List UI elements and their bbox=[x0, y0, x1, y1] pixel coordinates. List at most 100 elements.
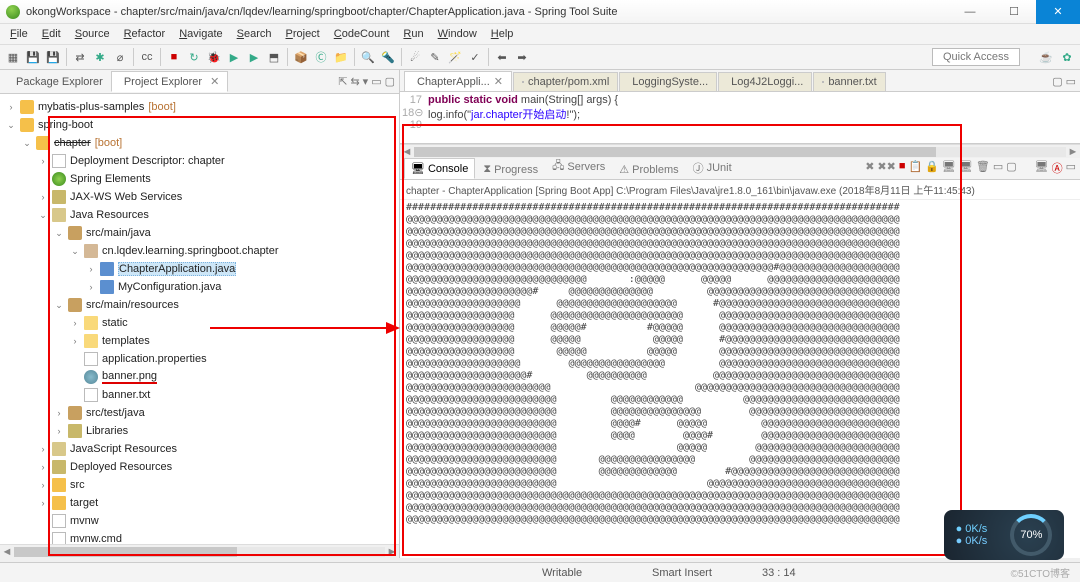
tree-node[interactable]: ⌄chapter [boot] bbox=[6, 134, 399, 152]
view-tab-junit[interactable]: ⒿJUnit bbox=[687, 157, 738, 179]
toggle-icon[interactable]: ☄ bbox=[406, 48, 424, 66]
tree-node[interactable]: ⌄spring-boot bbox=[6, 116, 399, 134]
maximize-view-icon[interactable]: ▢ bbox=[385, 75, 395, 88]
tree-twisty-icon[interactable]: ⌄ bbox=[38, 210, 48, 221]
wand-icon[interactable]: ✎ bbox=[426, 48, 444, 66]
save-icon[interactable]: 💾 bbox=[24, 48, 42, 66]
pin-console-icon[interactable]: 📋 bbox=[909, 160, 923, 176]
editor-tab[interactable]: Log4J2Loggi... bbox=[718, 72, 812, 91]
tree-twisty-icon[interactable]: ⌄ bbox=[22, 138, 32, 149]
tree-twisty-icon[interactable]: › bbox=[38, 156, 48, 166]
tree-node[interactable]: ⌄cn.lqdev.learning.springboot.chapter bbox=[6, 242, 399, 260]
menu-edit[interactable]: Edit bbox=[36, 26, 67, 42]
tree-node[interactable]: mvnw bbox=[6, 512, 399, 530]
tree-node[interactable]: ›ChapterApplication.java bbox=[6, 260, 399, 278]
open-console-icon[interactable]: 🖥 bbox=[959, 160, 973, 176]
tree-node[interactable]: ›target bbox=[6, 494, 399, 512]
search-icon[interactable]: 🔦 bbox=[379, 48, 397, 66]
run-icon[interactable]: ▶ bbox=[225, 48, 243, 66]
tree-node[interactable]: ›static bbox=[6, 314, 399, 332]
menu-source[interactable]: Source bbox=[69, 26, 116, 42]
perspective-spring-icon[interactable]: ✿ bbox=[1058, 48, 1076, 66]
menu-codecount[interactable]: CodeCount bbox=[328, 26, 396, 42]
editor-tab[interactable]: chapter/pom.xml bbox=[513, 72, 618, 91]
tree-twisty-icon[interactable]: › bbox=[54, 426, 64, 436]
tree-twisty-icon[interactable]: › bbox=[6, 102, 16, 112]
tree-twisty-icon[interactable]: › bbox=[86, 282, 96, 292]
close-icon[interactable]: ✕ bbox=[494, 75, 503, 88]
p1-icon[interactable]: 🖥 bbox=[1035, 160, 1049, 176]
tree-node[interactable]: ›Deployed Resources bbox=[6, 458, 399, 476]
tree-node[interactable]: ⌄src/main/java bbox=[6, 224, 399, 242]
editor-tab[interactable]: ChapterAppli... ✕ bbox=[404, 71, 512, 91]
ext-icon[interactable]: ⬒ bbox=[265, 48, 283, 66]
project-tree[interactable]: ›mybatis-plus-samples [boot]⌄spring-boot… bbox=[0, 94, 399, 544]
tree-twisty-icon[interactable]: › bbox=[70, 336, 80, 346]
tree-twisty-icon[interactable]: › bbox=[38, 498, 48, 508]
menu-file[interactable]: File bbox=[4, 26, 34, 42]
p3-icon[interactable]: ▭ bbox=[1066, 160, 1076, 176]
tree-twisty-icon[interactable]: ⌄ bbox=[54, 300, 64, 311]
tree-twisty-icon[interactable]: ⌄ bbox=[6, 120, 16, 131]
tree-node[interactable]: ›templates bbox=[6, 332, 399, 350]
menu-navigate[interactable]: Navigate bbox=[173, 26, 228, 42]
menu-search[interactable]: Search bbox=[231, 26, 278, 42]
tree-node[interactable]: banner.png bbox=[6, 368, 399, 386]
tree-node[interactable]: ›src bbox=[6, 476, 399, 494]
back-icon[interactable]: ⬅ bbox=[493, 48, 511, 66]
maximize-button[interactable]: ☐ bbox=[992, 0, 1036, 24]
wand2-icon[interactable]: 🪄 bbox=[446, 48, 464, 66]
tree-node[interactable]: ›Libraries bbox=[6, 422, 399, 440]
view-tab-progress[interactable]: ⧗Progress bbox=[477, 160, 544, 179]
terminate-remove-icon[interactable]: ✖ bbox=[865, 160, 874, 176]
tree-node[interactable]: ›Deployment Descriptor: chapter bbox=[6, 152, 399, 170]
view-menu-icon[interactable]: ▾ bbox=[363, 75, 369, 88]
relaunch-icon[interactable]: ↻ bbox=[185, 48, 203, 66]
close-icon[interactable]: ✕ bbox=[210, 75, 219, 88]
tree-node[interactable]: mvnw.cmd bbox=[6, 530, 399, 544]
remove-all-icon[interactable]: ✖✖ bbox=[877, 160, 895, 176]
tree-node[interactable]: application.properties bbox=[6, 350, 399, 368]
quick-access[interactable]: Quick Access bbox=[932, 48, 1020, 66]
minimize-view-icon[interactable]: ▭ bbox=[371, 75, 381, 88]
view-tab-problems[interactable]: ⚠Problems bbox=[613, 160, 684, 179]
tree-node[interactable]: ›JAX-WS Web Services bbox=[6, 188, 399, 206]
tree-twisty-icon[interactable]: › bbox=[54, 408, 64, 418]
menu-run[interactable]: Run bbox=[397, 26, 429, 42]
editor-body[interactable]: 1718⊝19 public static void main(String[]… bbox=[400, 92, 1080, 144]
tree-node[interactable]: Spring Elements bbox=[6, 170, 399, 188]
tab-project-explorer[interactable]: Project Explorer✕ bbox=[111, 71, 228, 92]
min-view-icon[interactable]: ▭ bbox=[993, 160, 1003, 176]
terminate-icon[interactable]: ■ bbox=[899, 160, 906, 176]
stop-icon[interactable]: ■ bbox=[165, 48, 183, 66]
tree-twisty-icon[interactable]: › bbox=[38, 462, 48, 472]
fwd-icon[interactable]: ➡ bbox=[513, 48, 531, 66]
tree-node[interactable]: ›JavaScript Resources bbox=[6, 440, 399, 458]
view-tab-console[interactable]: 🖥Console bbox=[404, 158, 475, 179]
editor-h-scrollbar[interactable]: ◄ ► bbox=[400, 144, 1080, 158]
menu-refactor[interactable]: Refactor bbox=[118, 26, 172, 42]
menu-window[interactable]: Window bbox=[432, 26, 483, 42]
tree-node[interactable]: banner.txt bbox=[6, 386, 399, 404]
new-pkg-icon[interactable]: 📦 bbox=[292, 48, 310, 66]
minimize-editor-icon[interactable]: ▭ bbox=[1066, 75, 1076, 88]
tree-twisty-icon[interactable]: › bbox=[70, 318, 80, 328]
h-scrollbar[interactable]: ◄ ► bbox=[0, 544, 399, 558]
view-tab-servers[interactable]: 🖧Servers bbox=[546, 154, 611, 179]
p2-icon[interactable]: Ⓐ bbox=[1052, 160, 1063, 176]
count-icon[interactable]: cc bbox=[138, 48, 156, 66]
task-icon[interactable]: ✓ bbox=[466, 48, 484, 66]
scroll-lock-icon[interactable]: 🔒 bbox=[925, 160, 939, 176]
tree-twisty-icon[interactable]: › bbox=[86, 264, 96, 274]
tree-node[interactable]: ›MyConfiguration.java bbox=[6, 278, 399, 296]
coverage-icon[interactable]: ▶ bbox=[245, 48, 263, 66]
tree-node[interactable]: ⌄Java Resources bbox=[6, 206, 399, 224]
tree-twisty-icon[interactable]: ⌄ bbox=[54, 228, 64, 239]
tab-package-explorer[interactable]: Package Explorer bbox=[4, 73, 111, 91]
max-view-icon[interactable]: ▢ bbox=[1006, 160, 1016, 176]
collapse-all-icon[interactable]: ⇱ bbox=[338, 75, 347, 88]
tree-twisty-icon[interactable]: ⌄ bbox=[70, 246, 80, 257]
close-button[interactable]: ✕ bbox=[1036, 0, 1080, 24]
new-folder-icon[interactable]: 📁 bbox=[332, 48, 350, 66]
tree-twisty-icon[interactable]: › bbox=[38, 480, 48, 490]
